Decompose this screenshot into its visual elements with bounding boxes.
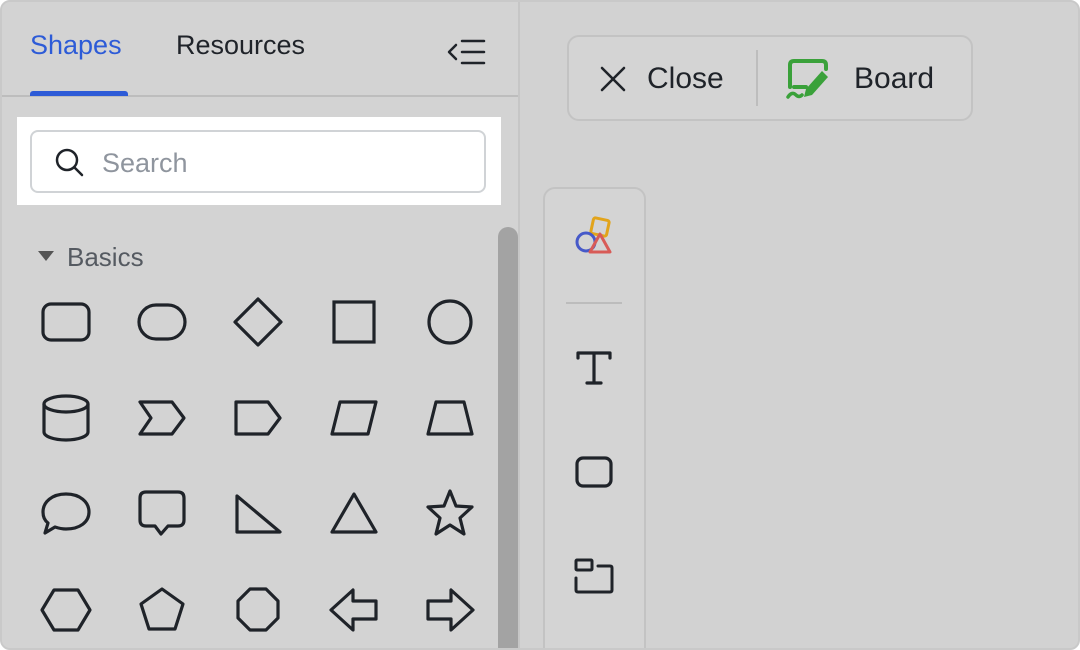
section-label-basics[interactable]: Basics xyxy=(67,242,144,273)
panel-scrollbar[interactable] xyxy=(498,227,518,648)
text-icon[interactable] xyxy=(572,346,616,390)
search-icon xyxy=(54,147,86,179)
shape-left-arrow[interactable] xyxy=(326,582,382,638)
shape-circle[interactable] xyxy=(422,294,478,350)
shape-rounded-rectangle[interactable] xyxy=(38,294,94,350)
shape-right-arrow[interactable] xyxy=(422,582,478,638)
board-button[interactable]: Board xyxy=(784,56,934,102)
frame-icon[interactable] xyxy=(572,554,616,598)
caret-down-icon[interactable] xyxy=(38,251,54,261)
active-tab-indicator xyxy=(30,91,128,96)
shape-star[interactable] xyxy=(422,486,478,542)
close-icon xyxy=(600,66,626,92)
top-bar-separator xyxy=(756,50,758,106)
close-label: Close xyxy=(647,62,724,95)
shape-cylinder[interactable] xyxy=(38,390,94,446)
shape-pentagon-tag[interactable] xyxy=(230,390,286,446)
tab-resources[interactable]: Resources xyxy=(176,30,305,61)
shape-right-triangle[interactable] xyxy=(230,486,286,542)
panel-divider xyxy=(518,2,520,648)
shape-parallelogram[interactable] xyxy=(326,390,382,446)
shape-stadium[interactable] xyxy=(134,294,190,350)
panel-tabs: Shapes Resources xyxy=(2,2,518,97)
app-window: Shapes Resources Basics xyxy=(0,0,1080,650)
shape-chevron[interactable] xyxy=(134,390,190,446)
board-label: Board xyxy=(854,62,935,95)
shape-diamond[interactable] xyxy=(230,294,286,350)
close-button[interactable]: Close xyxy=(597,57,724,101)
shape-square[interactable] xyxy=(326,294,382,350)
shape-triangle[interactable] xyxy=(326,486,382,542)
tab-shapes[interactable]: Shapes xyxy=(30,30,122,61)
toolbar-separator xyxy=(566,302,622,304)
shape-hexagon[interactable] xyxy=(38,582,94,638)
shapes-panel: Shapes Resources Basics xyxy=(2,2,518,648)
shape-speech-bubble-rect[interactable] xyxy=(134,486,190,542)
shape-trapezoid[interactable] xyxy=(422,390,478,446)
shape-pentagon[interactable] xyxy=(134,582,190,638)
shapes-icon[interactable] xyxy=(572,215,616,259)
board-icon xyxy=(786,59,828,99)
rectangle-icon[interactable] xyxy=(572,450,616,494)
search-input[interactable] xyxy=(102,142,462,184)
collapse-panel-icon[interactable] xyxy=(446,36,486,68)
shape-octagon[interactable] xyxy=(230,582,286,638)
shape-speech-bubble-oval[interactable] xyxy=(38,486,94,542)
